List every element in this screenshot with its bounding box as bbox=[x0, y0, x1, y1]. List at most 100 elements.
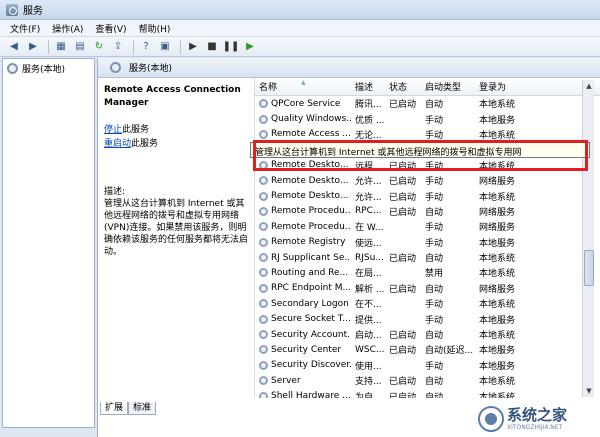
row-name: Server bbox=[255, 376, 351, 386]
row-logon: 本地系统 bbox=[479, 269, 516, 280]
table-row[interactable]: QPCore Service 腾讯... 已启动 自动 本地系统 bbox=[255, 96, 600, 111]
tree-item-services-local[interactable]: 服务(本地) bbox=[3, 59, 94, 78]
list-scrollbar[interactable]: ▲ ▼ bbox=[582, 80, 594, 397]
gear-icon bbox=[259, 191, 268, 201]
gear-icon bbox=[259, 268, 268, 278]
table-row[interactable]: Quality Windows... 优质 ... 手动 本地服务 bbox=[255, 111, 600, 126]
column-header-status[interactable]: 状态 bbox=[385, 80, 421, 93]
table-row[interactable]: Security Center WSC... 已启动 自动(延迟... 本地服务 bbox=[255, 342, 600, 357]
gear-icon bbox=[259, 330, 268, 340]
description-pane: Remote Access Connection Manager 停止此服务 重… bbox=[98, 78, 254, 398]
row-name-label: Security Center bbox=[271, 344, 342, 355]
table-row[interactable]: Remote Deskto... 允许... 已启动 手动 网络服务 bbox=[255, 173, 600, 188]
row-logon: 网络服务 bbox=[479, 207, 516, 218]
row-desc: 优质 ... bbox=[355, 115, 385, 126]
tab-extended[interactable]: 扩展 bbox=[100, 402, 129, 415]
gear-icon bbox=[259, 299, 268, 309]
table-row[interactable]: Secondary Logon 在不... 手动 本地系统 bbox=[255, 296, 600, 311]
table-row[interactable]: Security Account... 启动... 已启动 自动 本地系统 bbox=[255, 327, 600, 342]
scroll-up-icon[interactable]: ▲ bbox=[583, 80, 595, 92]
main-pane: 服务(本地) Remote Access Connection Manager … bbox=[97, 58, 600, 437]
table-row[interactable]: Routing and Re... 在局... 禁用 本地系统 bbox=[255, 265, 600, 280]
gear-icon bbox=[259, 283, 268, 293]
row-desc: 使用... bbox=[355, 361, 382, 372]
row-status: 已启动 bbox=[389, 331, 417, 342]
row-status: 已启动 bbox=[389, 192, 417, 203]
row-startup: 禁用 bbox=[425, 269, 444, 280]
row-name: Remote Registry bbox=[255, 237, 351, 247]
menu-file[interactable]: 文件(F) bbox=[4, 22, 46, 35]
row-logon: 本地系统 bbox=[479, 254, 516, 265]
title-bar: 服务 bbox=[0, 0, 600, 20]
row-name-label: Remote Procedu... bbox=[271, 221, 351, 232]
table-row[interactable]: Remote Registry 使远... 手动 本地服务 bbox=[255, 235, 600, 250]
row-status: 已启动 bbox=[389, 254, 417, 265]
start-icon[interactable]: ▶ bbox=[185, 39, 201, 55]
table-row[interactable]: Remote Access ... 无论... 手动 本地系统 bbox=[255, 127, 600, 142]
row-name-label: Server bbox=[271, 375, 301, 386]
stop-icon[interactable]: ■ bbox=[204, 39, 220, 55]
row-startup: 手动 bbox=[425, 238, 444, 249]
pause-icon[interactable]: ❚❚ bbox=[223, 39, 240, 55]
row-name: Shell Hardware ... bbox=[255, 391, 351, 398]
show-hide-icon[interactable]: ▣ bbox=[157, 39, 173, 55]
toolbar: ◀ ▶ ▦ ▤ ↻ ⇪ ? ▣ ▶ ■ ❚❚ ▶ bbox=[0, 37, 600, 57]
row-name: Routing and Re... bbox=[255, 268, 351, 278]
help-icon[interactable]: ? bbox=[138, 39, 154, 55]
gear-icon bbox=[110, 62, 121, 73]
table-row[interactable]: Remote Procedu... 在 W... 手动 网络服务 bbox=[255, 219, 600, 234]
restart-service-link[interactable]: 重启动 bbox=[104, 139, 131, 149]
table-row[interactable]: Remote Deskto... 远程... 已启动 手动 本地系统 bbox=[255, 158, 600, 173]
menu-view[interactable]: 查看(V) bbox=[89, 22, 132, 35]
gear-icon bbox=[259, 314, 268, 324]
row-startup: 自动 bbox=[425, 254, 444, 265]
scroll-down-icon[interactable]: ▼ bbox=[583, 385, 595, 397]
row-startup: 手动 bbox=[425, 192, 444, 203]
table-row[interactable]: RJ Supplicant Se... RJSu... 已启动 自动 本地系统 bbox=[255, 250, 600, 265]
watermark-text: 系统之家 XITONGZHIJIA.NET bbox=[507, 406, 567, 432]
row-logon: 本地系统 bbox=[479, 331, 516, 342]
row-name-label: Remote Procedu... bbox=[271, 206, 351, 217]
column-header-logon[interactable]: 登录为 bbox=[475, 80, 545, 93]
refresh-icon[interactable]: ↻ bbox=[91, 39, 107, 55]
row-name: Remote Deskto... bbox=[255, 176, 351, 186]
table-row[interactable]: Remote Deskto... 允许... 已启动 手动 本地系统 bbox=[255, 188, 600, 203]
properties-icon[interactable]: ▤ bbox=[72, 39, 88, 55]
row-name-label: RJ Supplicant Se... bbox=[271, 252, 351, 263]
stop-service-link[interactable]: 停止 bbox=[104, 125, 122, 135]
row-logon: 本地系统 bbox=[479, 100, 516, 111]
row-desc: WSC... bbox=[355, 344, 385, 355]
services-app-icon bbox=[6, 3, 18, 16]
gear-icon bbox=[259, 206, 268, 216]
scroll-thumb[interactable] bbox=[584, 250, 594, 286]
column-header-startup[interactable]: 启动类型 bbox=[421, 80, 475, 93]
watermark-en: XITONGZHIJIA.NET bbox=[507, 423, 563, 431]
table-row[interactable]: RPC Endpoint M... 解析 ... 已启动 自动 网络服务 bbox=[255, 281, 600, 296]
row-name: Remote Deskto... bbox=[255, 191, 351, 201]
row-name-label: QPCore Service bbox=[271, 98, 341, 109]
table-row[interactable]: Shell Hardware ... 为自... 已启动 自动 本地系统 bbox=[255, 388, 600, 398]
export-icon[interactable]: ⇪ bbox=[110, 39, 126, 55]
restart-icon[interactable]: ▶ bbox=[242, 39, 258, 55]
row-status: 已启动 bbox=[389, 207, 417, 218]
row-status: 已启动 bbox=[389, 100, 417, 111]
row-logon: 本地服务 bbox=[479, 115, 516, 126]
menu-help[interactable]: 帮助(H) bbox=[133, 22, 177, 35]
menu-action[interactable]: 操作(A) bbox=[46, 22, 89, 35]
column-header-desc[interactable]: 描述 bbox=[351, 80, 385, 93]
row-desc: 腾讯... bbox=[355, 100, 382, 111]
gear-icon bbox=[259, 391, 268, 398]
table-row[interactable]: Secure Socket T... 提供... 手动 本地服务 bbox=[255, 311, 600, 326]
row-logon: 网络服务 bbox=[479, 177, 516, 188]
row-name-label: Secure Socket T... bbox=[271, 314, 351, 325]
forward-icon[interactable]: ▶ bbox=[25, 39, 41, 55]
tab-standard[interactable]: 标准 bbox=[128, 402, 157, 415]
back-icon[interactable]: ◀ bbox=[6, 39, 22, 55]
table-row[interactable]: Remote Procedu... RPC... 已启动 自动 网络服务 bbox=[255, 204, 600, 219]
table-row[interactable]: Security Discover... 使用... 手动 本地服务 bbox=[255, 358, 600, 373]
row-name-label: Routing and Re... bbox=[271, 267, 349, 278]
row-desc: 在 W... bbox=[355, 223, 384, 234]
table-row[interactable]: Server 支持... 已启动 自动 本地系统 bbox=[255, 373, 600, 388]
console-tree-icon[interactable]: ▦ bbox=[53, 39, 69, 55]
row-startup: 自动(延迟... bbox=[425, 346, 474, 357]
